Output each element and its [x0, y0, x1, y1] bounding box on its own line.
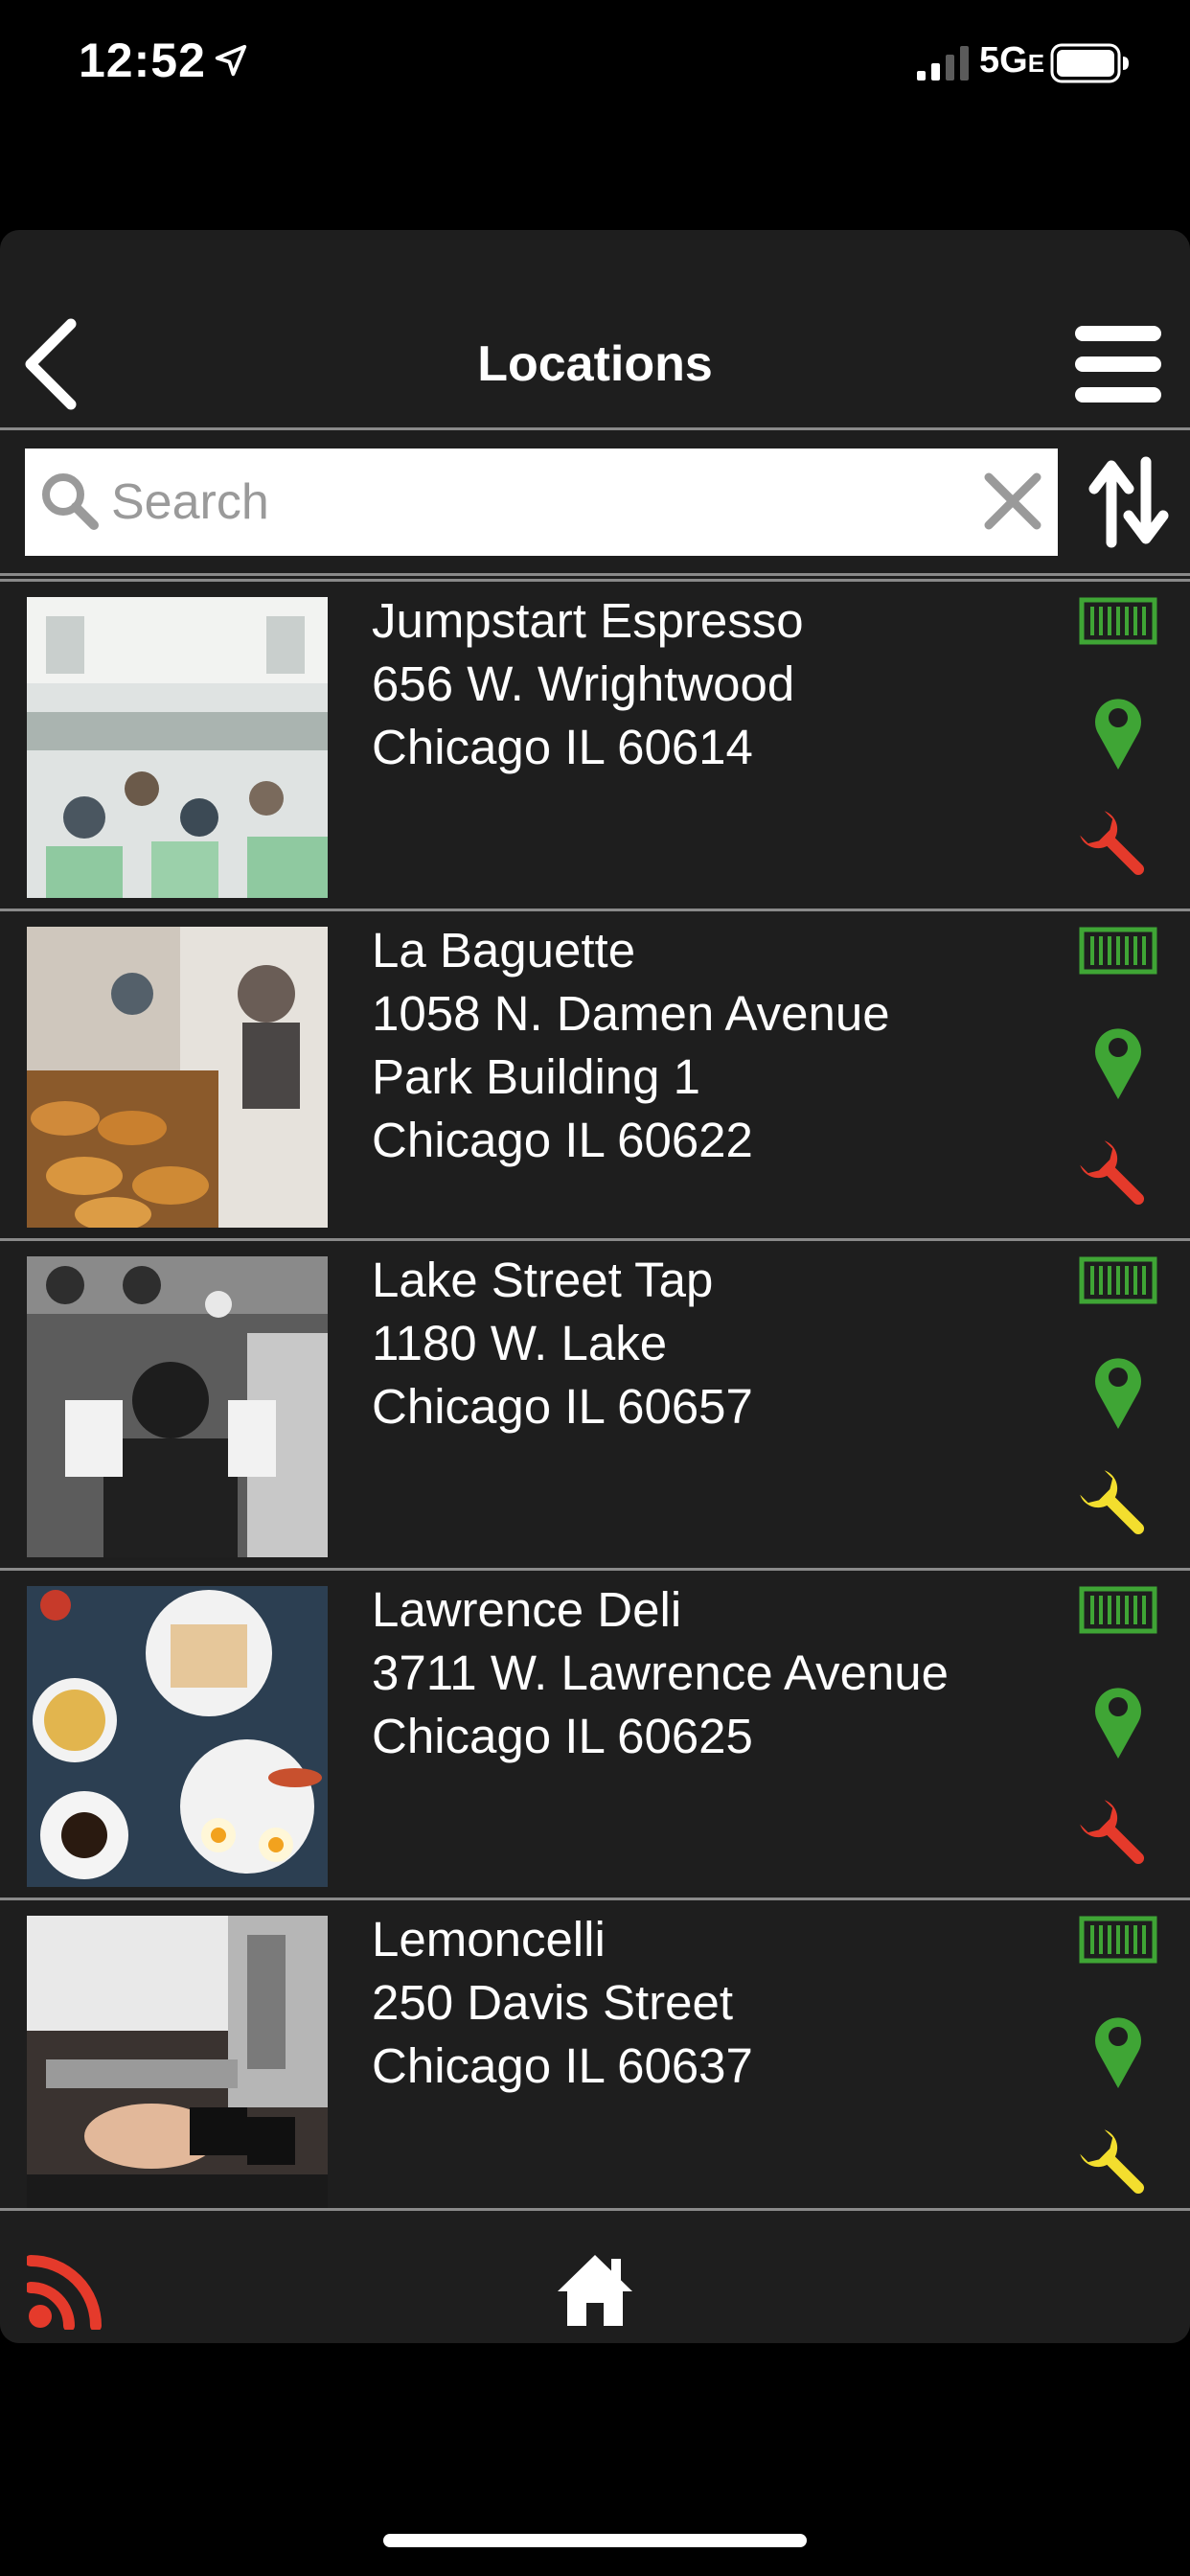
location-arrow-icon	[215, 44, 247, 77]
search-divider	[0, 573, 1190, 576]
location-details[interactable]: La Baguette 1058 N. Damen Avenue Park Buil…	[372, 919, 1042, 1172]
address-line: 1058 N. Damen Avenue	[372, 986, 890, 1041]
location-name: Lawrence Deli	[372, 1582, 682, 1637]
barcode-icon[interactable]	[1079, 1586, 1157, 1634]
barcode-icon[interactable]	[1079, 597, 1157, 645]
battery-icon	[1050, 43, 1129, 83]
search-input[interactable]	[111, 462, 964, 542]
location-photo[interactable]	[27, 927, 328, 1228]
status-bar: 12:52 5GE	[0, 0, 1190, 134]
map-pin-icon[interactable]	[1090, 1348, 1146, 1431]
barcode-icon[interactable]	[1079, 927, 1157, 975]
location-name: La Baguette	[372, 923, 636, 978]
wrench-icon[interactable]	[1077, 1467, 1154, 1544]
map-pin-icon[interactable]	[1090, 2008, 1146, 2090]
address-line: 1180 W. Lake	[372, 1316, 668, 1370]
barcode-icon[interactable]	[1079, 1916, 1157, 1964]
wrench-icon[interactable]	[1077, 808, 1154, 885]
location-row[interactable]: Lawrence Deli 3711 W. Lawrence Avenue Chic…	[0, 1568, 1190, 1898]
address-line: 250 Davis Street	[372, 1975, 734, 2030]
app-panel: Locations Jumpstart Espresso 656 W. Wrigh…	[0, 230, 1190, 2343]
header-divider	[0, 427, 1190, 430]
signal-icon	[917, 46, 969, 80]
page-title: Locations	[477, 336, 713, 392]
location-photo[interactable]	[27, 1586, 328, 1887]
network-label: 5G	[979, 40, 1028, 80]
address-line: 656 W. Wrightwood	[372, 656, 795, 711]
network-suffix: E	[1027, 49, 1045, 78]
search-bar[interactable]	[25, 448, 1058, 556]
address-line: Chicago IL 60622	[372, 1113, 753, 1167]
location-photo[interactable]	[27, 1916, 328, 2208]
sort-arrows-icon[interactable]	[1087, 456, 1171, 548]
address-line: Park Building 1	[372, 1049, 701, 1104]
location-row[interactable]: Lemoncelli 250 Davis Street Chicago IL 606…	[0, 1898, 1190, 2208]
pastries-photo	[27, 927, 328, 1228]
clear-icon[interactable]	[979, 468, 1046, 535]
address-line: Chicago IL 60637	[372, 2038, 753, 2093]
address-line: Chicago IL 60625	[372, 1709, 753, 1763]
header: Locations	[0, 230, 1190, 429]
location-name: Lemoncelli	[372, 1912, 606, 1966]
map-pin-icon[interactable]	[1090, 689, 1146, 771]
barcode-icon[interactable]	[1079, 1256, 1157, 1304]
status-time: 12:52	[79, 34, 206, 87]
address-line: Chicago IL 60614	[372, 720, 753, 774]
wrench-icon[interactable]	[1077, 1797, 1154, 1874]
home-indicator	[383, 2534, 807, 2547]
location-row[interactable]: La Baguette 1058 N. Damen Avenue Park Buil…	[0, 908, 1190, 1238]
location-name: Jumpstart Espresso	[372, 593, 804, 648]
location-row[interactable]: Jumpstart Espresso 656 W. Wrightwood Chica…	[0, 579, 1190, 908]
address-line: Chicago IL 60657	[372, 1379, 753, 1434]
hamburger-menu-icon[interactable]	[1073, 324, 1163, 404]
espresso-machine-photo	[27, 1916, 328, 2208]
bottom-toolbar	[0, 2208, 1190, 2343]
network-type: 5GE	[979, 40, 1044, 81]
search-icon	[42, 473, 99, 530]
home-icon[interactable]	[556, 2251, 634, 2328]
location-photo[interactable]	[27, 597, 328, 898]
address-line: 3711 W. Lawrence Avenue	[372, 1645, 950, 1700]
barista-photo	[27, 1256, 328, 1557]
rss-feed-icon[interactable]	[27, 2249, 107, 2330]
cafe-interior-photo	[27, 597, 328, 898]
wrench-icon[interactable]	[1077, 1138, 1154, 1214]
location-name: Lake Street Tap	[372, 1253, 714, 1307]
location-details[interactable]: Lake Street Tap 1180 W. Lake Chicago IL 60…	[372, 1249, 1042, 1438]
wrench-icon[interactable]	[1077, 2127, 1154, 2203]
location-photo[interactable]	[27, 1256, 328, 1557]
location-list: Jumpstart Espresso 656 W. Wrightwood Chica…	[0, 579, 1190, 2208]
location-details[interactable]: Jumpstart Espresso 656 W. Wrightwood Chica…	[372, 589, 1042, 779]
map-pin-icon[interactable]	[1090, 1019, 1146, 1101]
location-details[interactable]: Lemoncelli 250 Davis Street Chicago IL 606…	[372, 1908, 1042, 2098]
map-pin-icon[interactable]	[1090, 1678, 1146, 1760]
breakfast-table-photo	[27, 1586, 328, 1887]
location-row[interactable]: Lake Street Tap 1180 W. Lake Chicago IL 60…	[0, 1238, 1190, 1568]
location-details[interactable]: Lawrence Deli 3711 W. Lawrence Avenue Chic…	[372, 1578, 1042, 1768]
